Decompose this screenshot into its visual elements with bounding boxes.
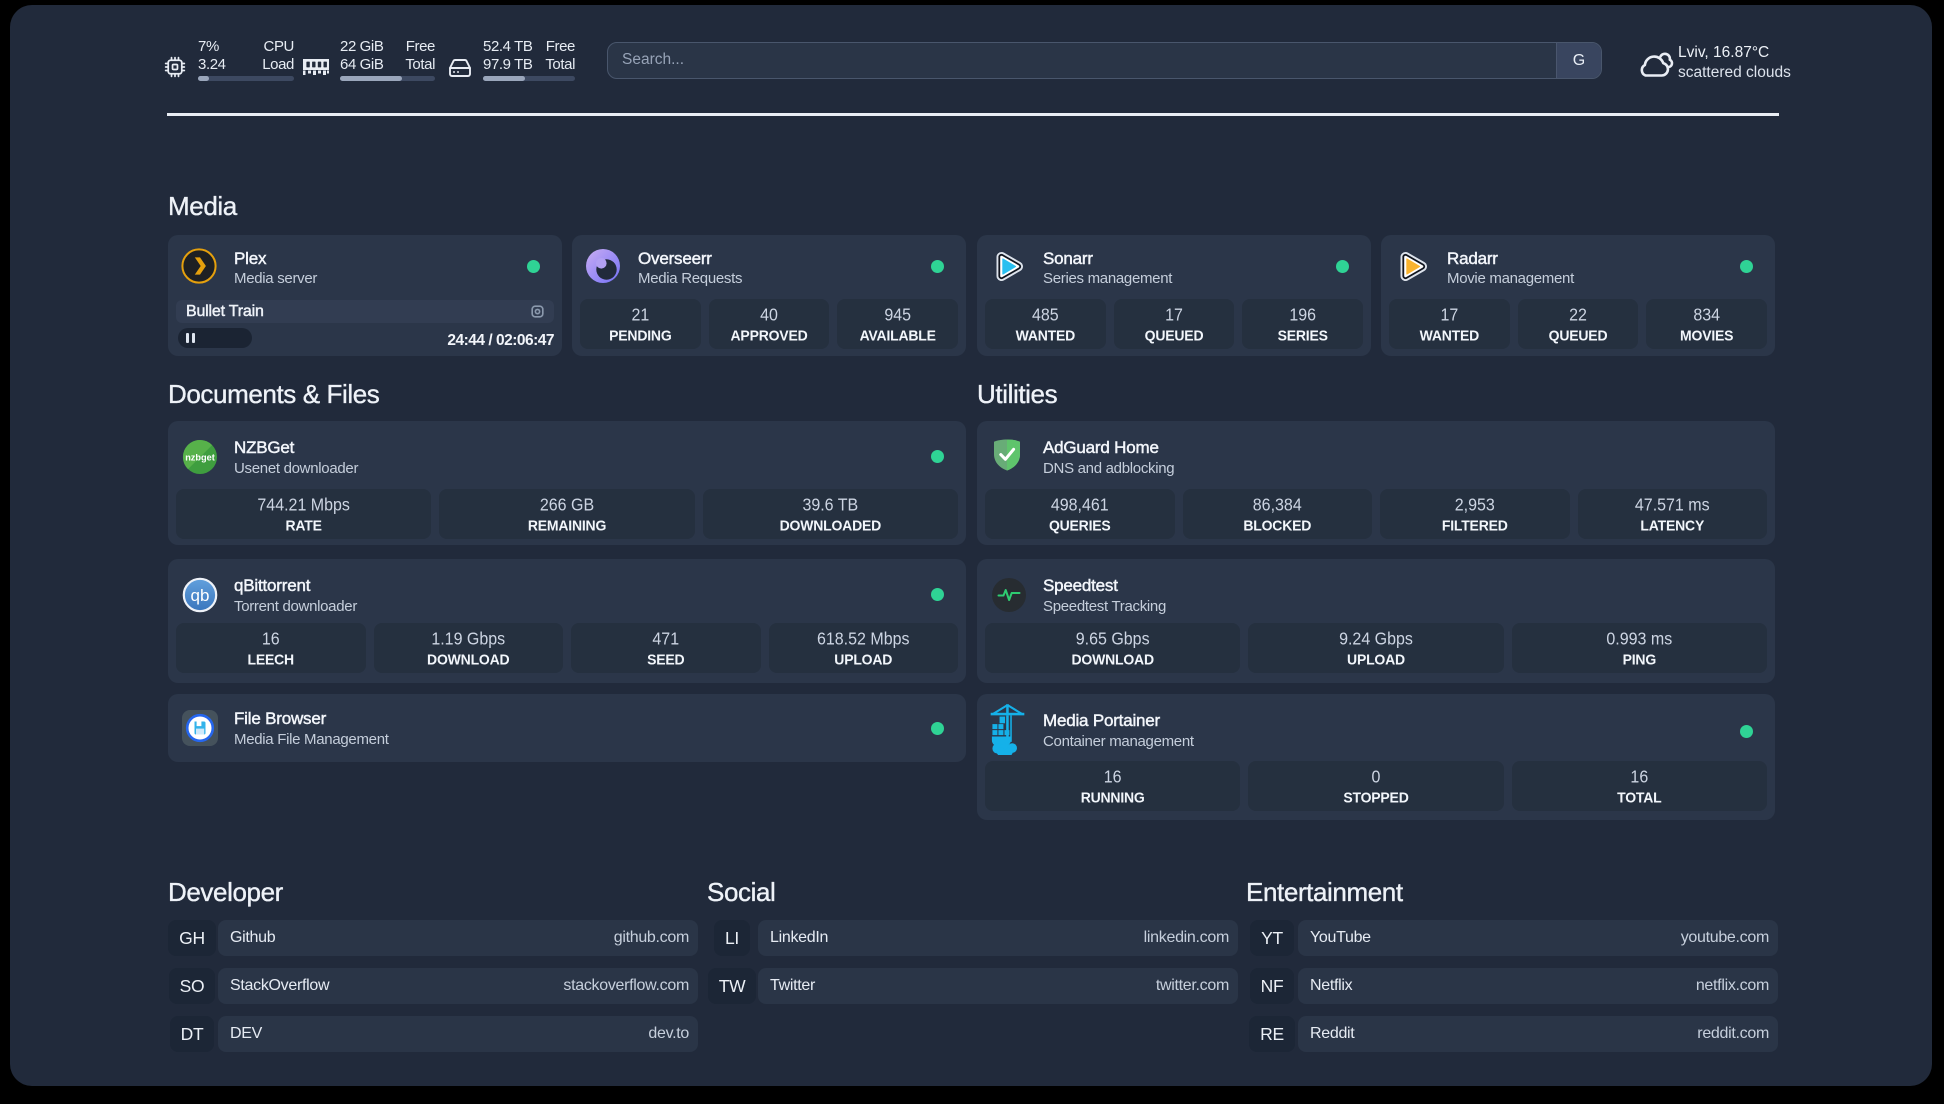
- svg-text:qb: qb: [191, 586, 210, 605]
- svg-text:nzbget: nzbget: [185, 453, 215, 463]
